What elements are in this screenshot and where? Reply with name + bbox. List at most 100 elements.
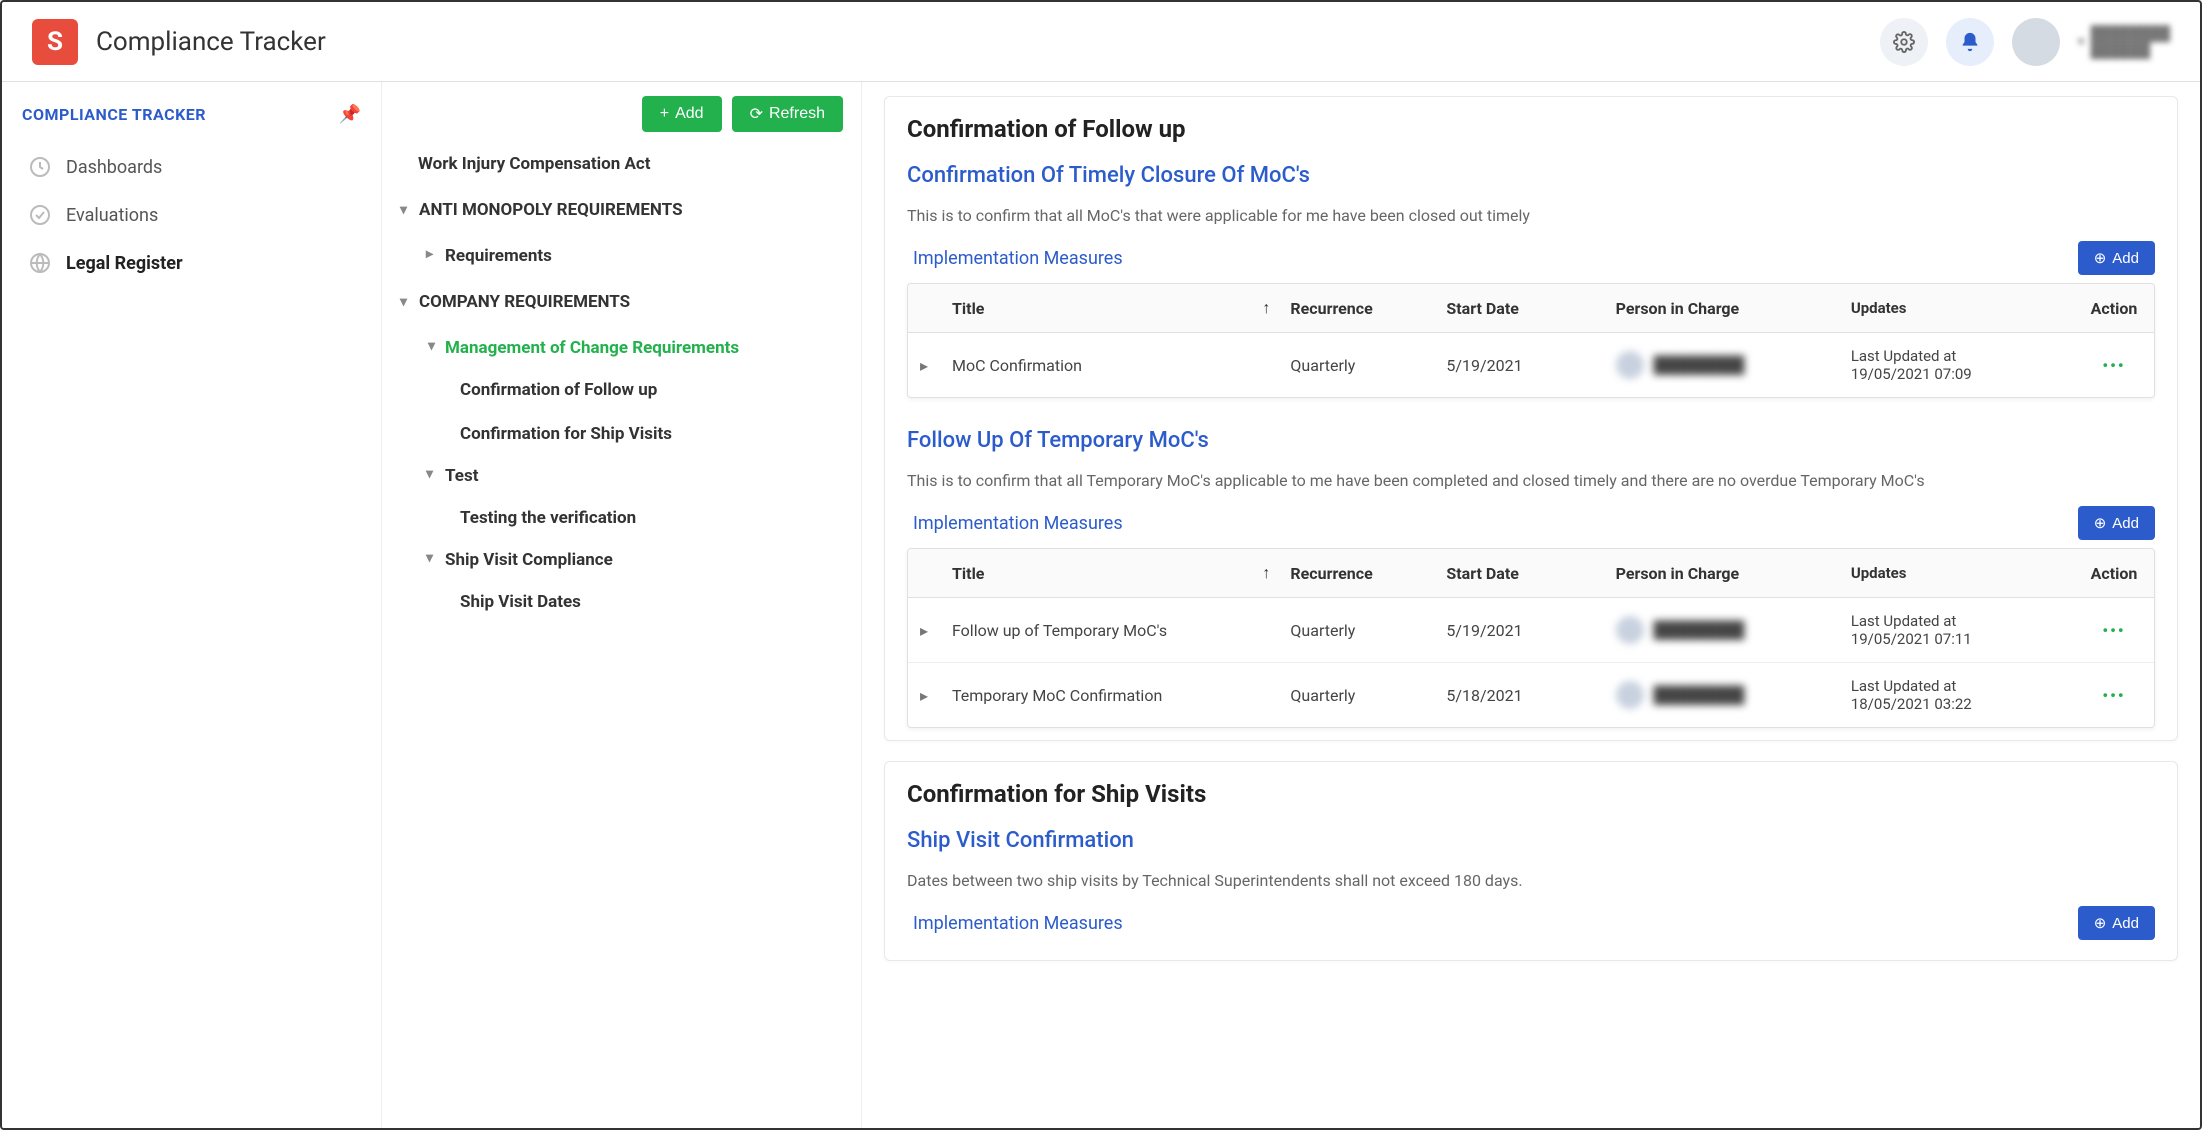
add-measure-button[interactable]: ⊕Add [2078, 906, 2155, 940]
impl-row: Implementation Measures ⊕Add [907, 906, 2155, 940]
nav-dashboards[interactable]: Dashboards [22, 143, 361, 191]
cell-start-date: 5/19/2021 [1434, 598, 1603, 662]
row-expand-toggle[interactable]: ▸ [908, 333, 940, 397]
tree-item-label: Confirmation of Follow up [460, 380, 657, 400]
nav-legal-register[interactable]: Legal Register [22, 239, 361, 287]
cell-title: Follow up of Temporary MoC's [940, 598, 1254, 662]
tree-item-confirmation-ship-visits[interactable]: Confirmation for Ship Visits [400, 412, 843, 456]
bell-icon [1959, 31, 1981, 53]
spacer [1254, 333, 1278, 397]
nav-label: Legal Register [66, 253, 183, 274]
col-title[interactable]: Title [940, 549, 1254, 597]
plus-circle-icon: ⊕ [2094, 514, 2107, 532]
user-menu[interactable]: ▾ ██████████████ [2078, 25, 2170, 59]
tree-item-requirements[interactable]: ▸Requirements [400, 236, 843, 276]
col-updates[interactable]: Updates [1839, 284, 2074, 332]
tree-item-ship-visit-dates[interactable]: Ship Visit Dates [400, 580, 843, 624]
add-measure-button[interactable]: ⊕Add [2078, 506, 2155, 540]
table-row: ▸ Follow up of Temporary MoC's Quarterly… [908, 598, 2154, 663]
update-label: Last Updated at [1851, 612, 1972, 630]
col-expand [908, 549, 940, 597]
cell-recurrence: Quarterly [1278, 598, 1434, 662]
cell-person: ████████ [1604, 663, 1839, 727]
app-logo[interactable]: S [32, 19, 78, 65]
sort-icon[interactable]: ↑ [1254, 549, 1278, 597]
check-circle-icon [28, 203, 52, 227]
table-header: Title ↑ Recurrence Start Date Person in … [908, 284, 2154, 333]
col-start-date[interactable]: Start Date [1434, 549, 1603, 597]
implementation-measures-link[interactable]: Implementation Measures [907, 248, 1123, 269]
add-measure-button[interactable]: ⊕Add [2078, 241, 2155, 275]
col-updates[interactable]: Updates [1839, 549, 2074, 597]
col-recurrence[interactable]: Recurrence [1278, 549, 1434, 597]
tree-section-company-req[interactable]: ▾COMPANY REQUIREMENTS [400, 276, 843, 328]
refresh-button[interactable]: ⟳Refresh [732, 96, 843, 132]
col-person[interactable]: Person in Charge [1604, 284, 1839, 332]
tree-item-ship-visit-compliance[interactable]: ▾Ship Visit Compliance [400, 540, 843, 580]
update-time: 19/05/2021 07:09 [1851, 365, 1972, 383]
more-actions-button[interactable]: ••• [2102, 621, 2125, 640]
update-label: Last Updated at [1851, 347, 1972, 365]
more-actions-button[interactable]: ••• [2102, 686, 2125, 705]
col-person[interactable]: Person in Charge [1604, 549, 1839, 597]
subsection-link-temp-moc[interactable]: Follow Up Of Temporary MoC's [907, 428, 2155, 453]
col-recurrence[interactable]: Recurrence [1278, 284, 1434, 332]
spacer [1254, 663, 1278, 727]
measures-table-1: Title ↑ Recurrence Start Date Person in … [907, 283, 2155, 398]
plus-circle-icon: ⊕ [2094, 914, 2107, 932]
topbar: S Compliance Tracker ▾ ██████████████ [2, 2, 2200, 82]
sort-icon[interactable]: ↑ [1254, 284, 1278, 332]
implementation-measures-link[interactable]: Implementation Measures [907, 913, 1123, 934]
cell-action: ••• [2074, 663, 2154, 727]
impl-row: Implementation Measures ⊕Add [907, 506, 2155, 540]
sidebar-heading-row: COMPLIANCE TRACKER 📌 [22, 104, 361, 125]
settings-button[interactable] [1880, 18, 1928, 66]
row-expand-toggle[interactable]: ▸ [908, 663, 940, 727]
cell-person: ████████ [1604, 598, 1839, 662]
tree-section-label: COMPANY REQUIREMENTS [419, 292, 630, 312]
table-row: ▸ Temporary MoC Confirmation Quarterly 5… [908, 663, 2154, 727]
tree-item-test[interactable]: ▾Test [400, 456, 843, 496]
more-actions-button[interactable]: ••• [2102, 356, 2125, 375]
implementation-measures-link[interactable]: Implementation Measures [907, 513, 1123, 534]
col-action: Action [2074, 284, 2154, 332]
col-start-date[interactable]: Start Date [1434, 284, 1603, 332]
notifications-button[interactable] [1946, 18, 1994, 66]
main-body: COMPLIANCE TRACKER 📌 Dashboards Evaluati… [2, 82, 2200, 1128]
cell-recurrence: Quarterly [1278, 333, 1434, 397]
row-expand-toggle[interactable]: ▸ [908, 598, 940, 662]
subsection-link-ship-visit[interactable]: Ship Visit Confirmation [907, 828, 2155, 853]
avatar[interactable] [2012, 18, 2060, 66]
tree-item-label: Confirmation for Ship Visits [460, 424, 672, 444]
tree-item-moc-requirements[interactable]: ▾Management of Change Requirements [400, 328, 843, 368]
topbar-right: ▾ ██████████████ [1880, 18, 2170, 66]
cell-updates: Last Updated at18/05/2021 03:22 [1839, 663, 2074, 727]
tree-section-label: ANTI MONOPOLY REQUIREMENTS [419, 200, 683, 220]
gear-icon [1893, 31, 1915, 53]
cell-action: ••• [2074, 333, 2154, 397]
nav-evaluations[interactable]: Evaluations [22, 191, 361, 239]
logo-letter: S [47, 27, 63, 57]
chevron-down-icon: ▾ [2078, 34, 2085, 50]
tree-item-testing-verification[interactable]: Testing the verification [400, 496, 843, 540]
update-time: 19/05/2021 07:11 [1851, 630, 1972, 648]
pin-icon[interactable]: 📌 [339, 104, 361, 125]
col-action: Action [2074, 549, 2154, 597]
section-description: Dates between two ship visits by Technic… [907, 871, 2155, 890]
primary-sidebar: COMPLIANCE TRACKER 📌 Dashboards Evaluati… [2, 82, 382, 1128]
cell-updates: Last Updated at19/05/2021 07:09 [1839, 333, 2074, 397]
tree-section-anti-monopoly[interactable]: ▾ANTI MONOPOLY REQUIREMENTS [400, 184, 843, 236]
subsection-link-moc-closure[interactable]: Confirmation Of Timely Closure Of MoC's [907, 163, 2155, 188]
chevron-down-icon: ▾ [426, 550, 433, 570]
nav-label: Evaluations [66, 205, 158, 226]
spacer [1254, 598, 1278, 662]
add-button[interactable]: +Add [642, 96, 722, 132]
section-ship-visits: Confirmation for Ship Visits Ship Visit … [884, 761, 2178, 961]
tree-item-label: Management of Change Requirements [445, 338, 739, 358]
tree-item-confirmation-followup[interactable]: Confirmation of Follow up [400, 368, 843, 412]
col-expand [908, 284, 940, 332]
cell-updates: Last Updated at19/05/2021 07:11 [1839, 598, 2074, 662]
col-title[interactable]: Title [940, 284, 1254, 332]
cell-action: ••• [2074, 598, 2154, 662]
tree-item-work-injury[interactable]: Work Injury Compensation Act [400, 144, 843, 184]
